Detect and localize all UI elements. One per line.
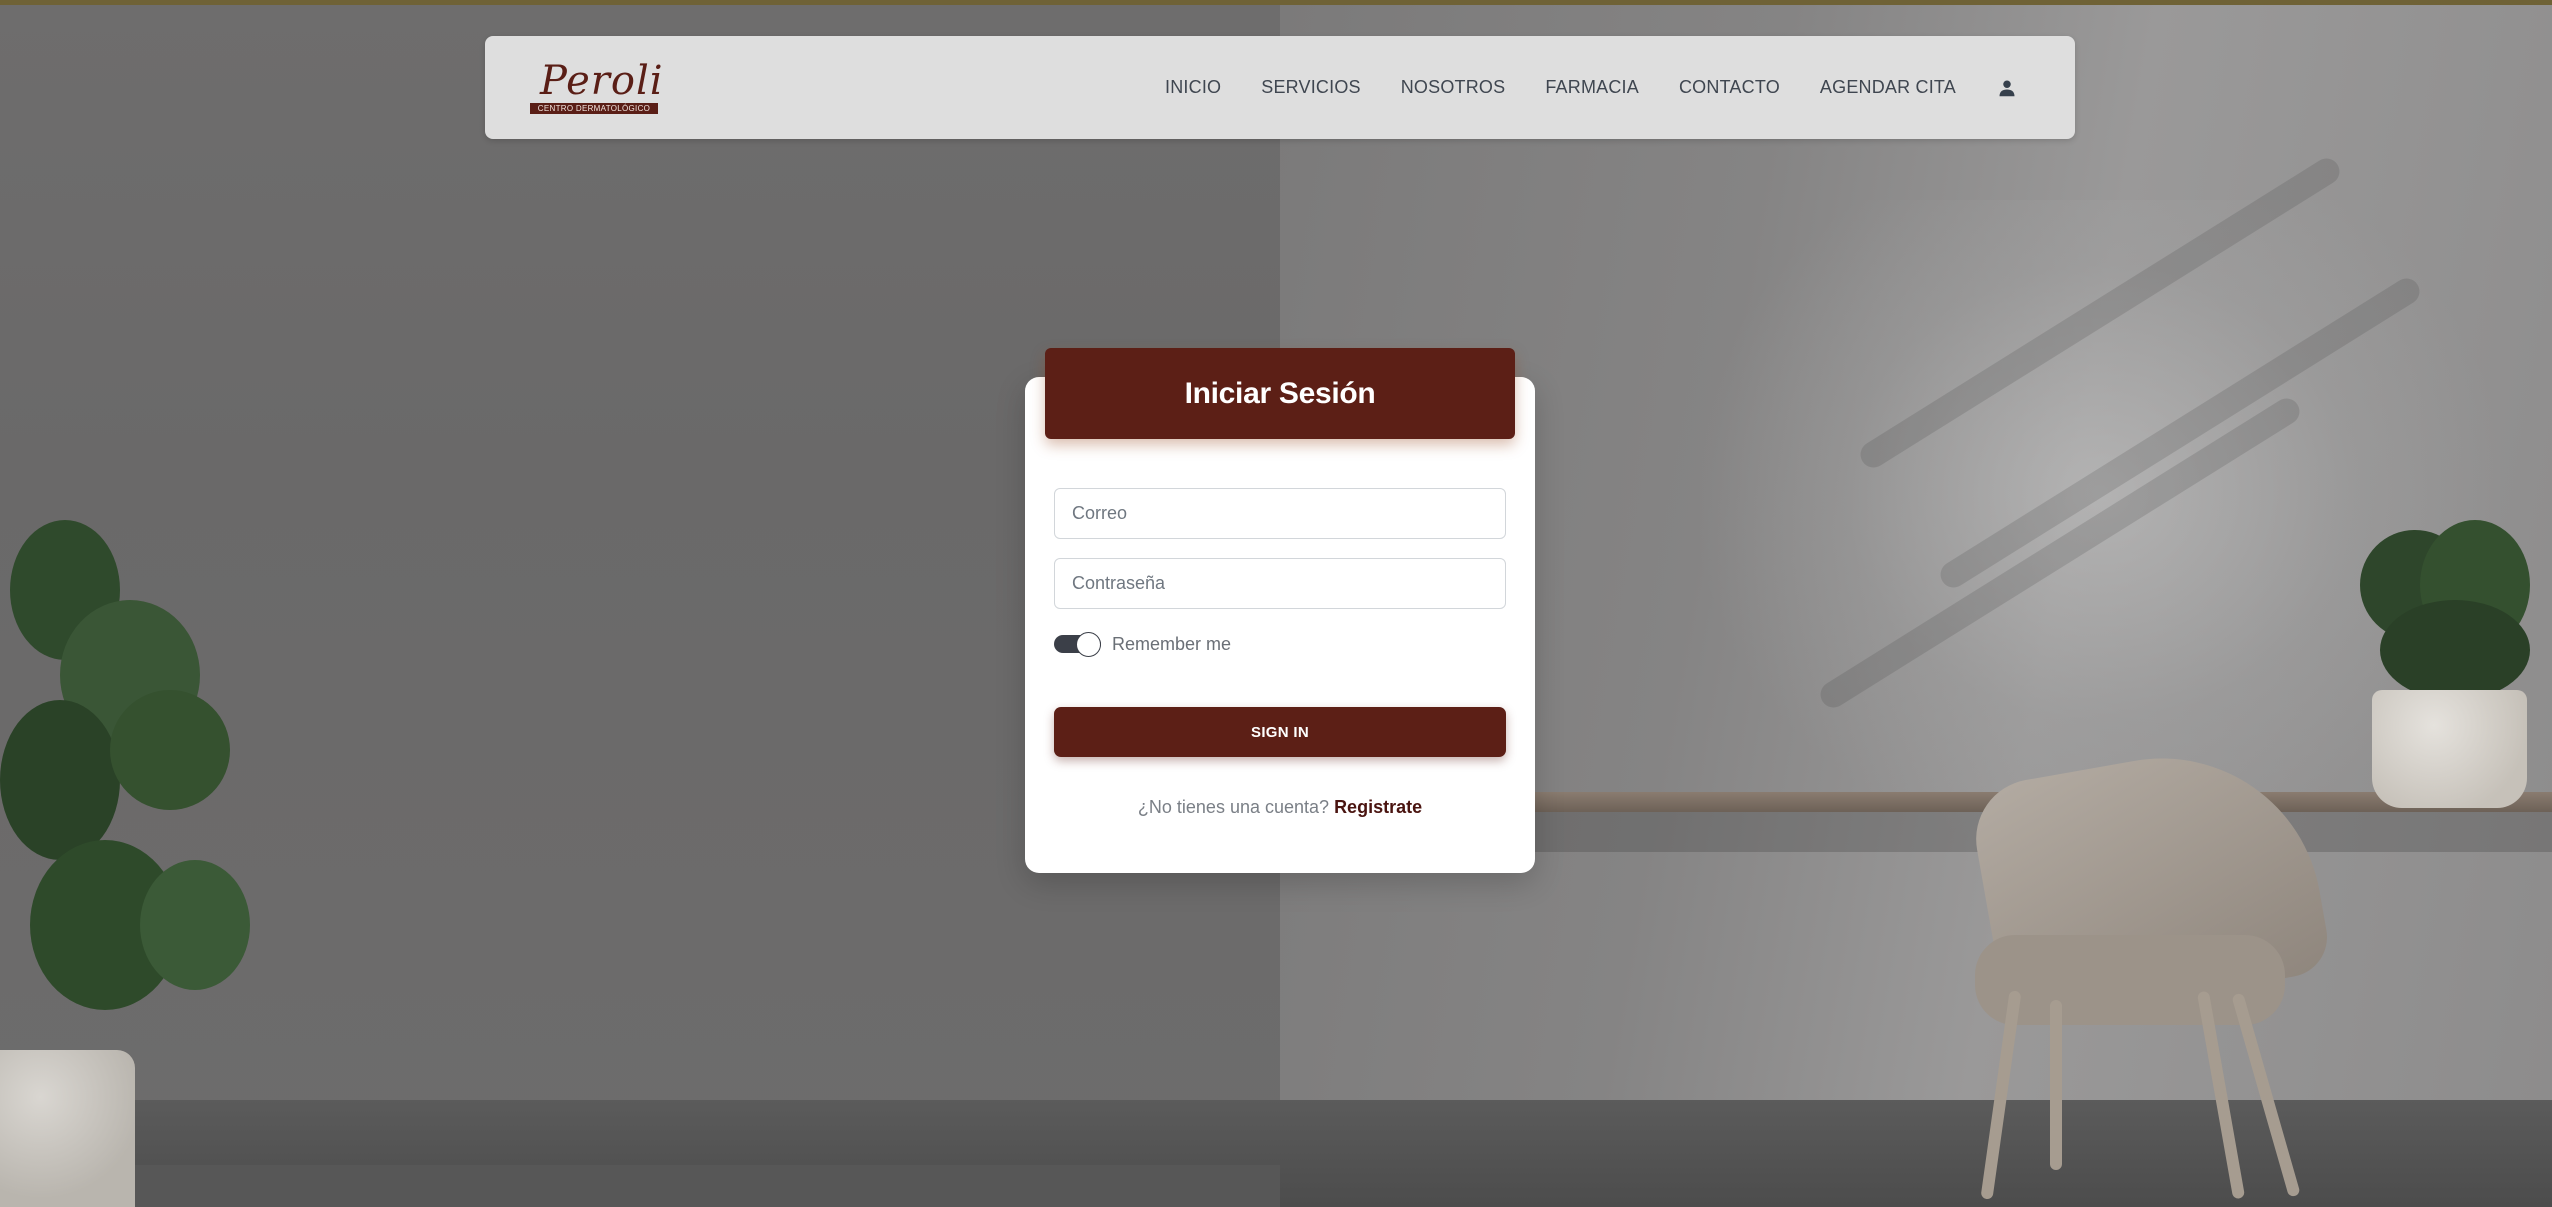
- plant-pot: [2372, 690, 2527, 808]
- plant-leaf: [2380, 600, 2530, 700]
- login-title: Iniciar Sesión: [1184, 376, 1376, 410]
- toggle-knob: [1076, 632, 1101, 657]
- nav-link-contacto[interactable]: CONTACTO: [1679, 77, 1780, 98]
- plant-leaf: [140, 860, 250, 990]
- remember-me-toggle[interactable]: [1054, 632, 1101, 657]
- chair-leg: [2050, 1000, 2062, 1170]
- nav-link-agendar-cita[interactable]: AGENDAR CITA: [1820, 77, 1956, 98]
- brand-script: Peroli: [540, 58, 664, 104]
- brand-tagline: CENTRO DERMATOLÓGICO: [530, 103, 658, 114]
- login-card-header: Iniciar Sesión: [1045, 348, 1515, 439]
- nav-link-servicios[interactable]: SERVICIOS: [1261, 77, 1361, 98]
- remember-me-label: Remember me: [1112, 634, 1232, 654]
- background-floor-left: [0, 1165, 1280, 1207]
- plant-leaf: [0, 700, 120, 860]
- plant-leaf: [110, 690, 230, 810]
- user-icon-glyph: [1999, 80, 2015, 96]
- email-field[interactable]: [1054, 488, 1506, 539]
- user-icon[interactable]: [1996, 77, 2018, 99]
- signup-link[interactable]: Registrate: [1334, 797, 1422, 817]
- signup-prompt-line: ¿No tienes una cuenta? Registrate: [1025, 797, 1535, 818]
- nav-link-inicio[interactable]: INICIO: [1165, 77, 1221, 98]
- nav-link-nosotros[interactable]: NOSOTROS: [1401, 77, 1506, 98]
- sign-in-button[interactable]: SIGN IN: [1054, 707, 1506, 757]
- nav-link-farmacia[interactable]: FARMACIA: [1545, 77, 1639, 98]
- top-accent-bar: [0, 0, 2552, 5]
- signup-prompt: ¿No tienes una cuenta?: [1137, 797, 1330, 817]
- plant-pot: [0, 1050, 135, 1207]
- navbar: Peroli CENTRO DERMATOLÓGICO INICIO SERVI…: [485, 36, 2075, 139]
- brand-logo[interactable]: Peroli CENTRO DERMATOLÓGICO: [530, 58, 664, 118]
- nav-links: INICIO SERVICIOS NOSOTROS FARMACIA CONTA…: [1165, 36, 2075, 139]
- password-field[interactable]: [1054, 558, 1506, 609]
